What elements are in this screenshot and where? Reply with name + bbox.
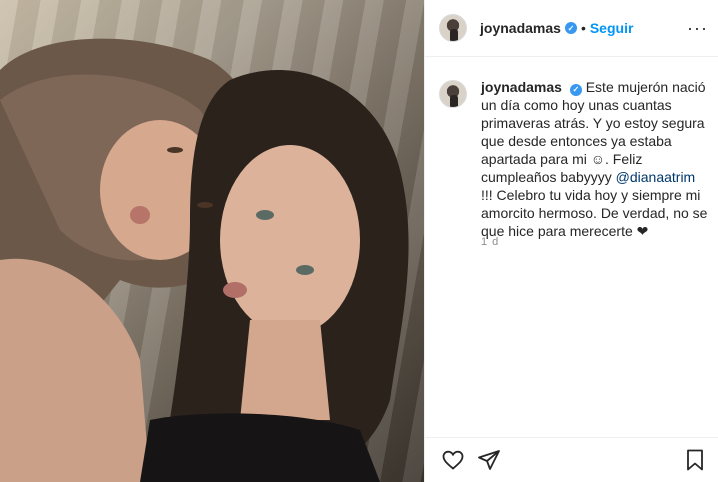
paper-plane-icon [478, 450, 500, 470]
comment-avatar[interactable] [439, 80, 467, 108]
caption-text: joynadamas ✓ Este mujerón nació un día c… [481, 78, 709, 240]
caption-comment: joynadamas ✓ Este mujerón nació un día c… [439, 78, 709, 240]
bookmark-icon [687, 449, 703, 471]
verified-badge-icon: ✓ [564, 22, 577, 34]
selfie-illustration [0, 38, 409, 482]
post-side-panel: joynadamas ✓ • Seguir ··· joynadamas ✓ E… [425, 0, 718, 482]
caption-verified-badge-icon: ✓ [569, 84, 582, 96]
heart-icon [442, 450, 464, 470]
share-button[interactable] [471, 446, 507, 474]
post-photo[interactable] [0, 0, 424, 482]
avatar[interactable] [439, 14, 467, 42]
header-username[interactable]: joynadamas [480, 20, 561, 36]
ellipsis-icon[interactable]: ··· [687, 18, 708, 39]
like-button[interactable] [435, 446, 471, 474]
save-button[interactable] [677, 446, 713, 474]
caption-body-end: !!! Celebro tu vida hoy y siempre mi amo… [481, 187, 708, 239]
post-actions [435, 446, 713, 474]
follow-button[interactable]: Seguir [590, 20, 634, 36]
actions-divider [425, 437, 718, 438]
header-separator: • [580, 20, 586, 36]
caption-username[interactable]: joynadamas [481, 79, 562, 95]
caption-mention-link[interactable]: @dianaatrim [616, 169, 696, 185]
post-timestamp[interactable]: 1 d [481, 236, 499, 248]
post-header: joynadamas ✓ • Seguir ··· [425, 0, 718, 57]
